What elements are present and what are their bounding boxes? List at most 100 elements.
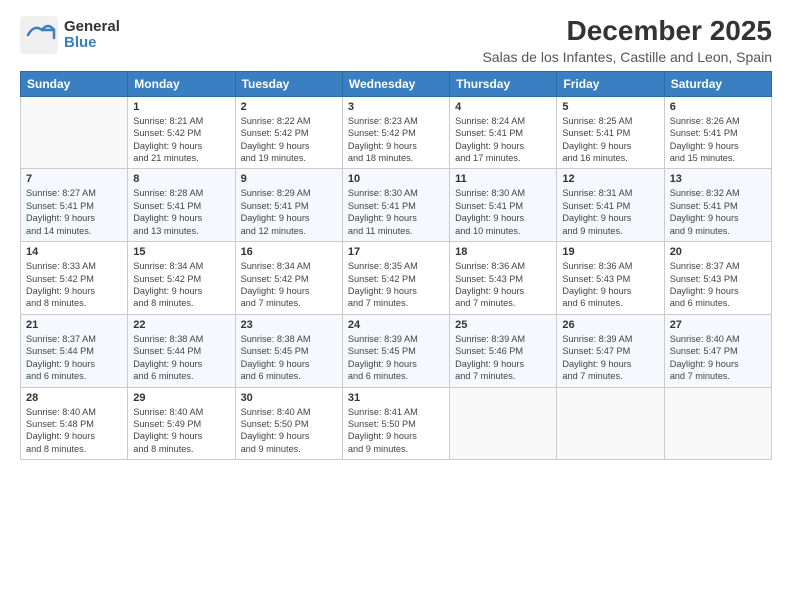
calendar-cell: 22 Sunrise: 8:38 AM Sunset: 5:44 PM Dayli… xyxy=(128,314,235,387)
day-number: 6 xyxy=(670,101,766,113)
day-info: Sunrise: 8:37 AM Sunset: 5:44 PM Dayligh… xyxy=(26,333,122,383)
subtitle: Salas de los Infantes, Castille and Leon… xyxy=(482,49,772,65)
calendar-table: SundayMondayTuesdayWednesdayThursdayFrid… xyxy=(20,71,772,460)
day-number: 21 xyxy=(26,319,122,331)
calendar-cell: 3 Sunrise: 8:23 AM Sunset: 5:42 PM Daylig… xyxy=(342,96,449,169)
day-info: Sunrise: 8:38 AM Sunset: 5:45 PM Dayligh… xyxy=(241,333,337,383)
calendar-cell: 25 Sunrise: 8:39 AM Sunset: 5:46 PM Dayli… xyxy=(450,314,557,387)
day-number: 19 xyxy=(562,246,658,258)
calendar-cell xyxy=(450,387,557,460)
day-number: 9 xyxy=(241,173,337,185)
day-number: 20 xyxy=(670,246,766,258)
day-number: 12 xyxy=(562,173,658,185)
calendar-cell xyxy=(557,387,664,460)
day-info: Sunrise: 8:25 AM Sunset: 5:41 PM Dayligh… xyxy=(562,115,658,165)
calendar-cell: 26Sunrise: 8:39 AM Sunset: 5:47 PM Dayli… xyxy=(557,314,664,387)
logo-text: General Blue xyxy=(64,19,120,52)
day-info: Sunrise: 8:36 AM Sunset: 5:43 PM Dayligh… xyxy=(455,260,551,310)
calendar-week-row: 7 Sunrise: 8:27 AM Sunset: 5:41 PM Daylig… xyxy=(21,169,772,242)
calendar-week-row: 28 Sunrise: 8:40 AM Sunset: 5:48 PM Dayli… xyxy=(21,387,772,460)
calendar-cell: 23 Sunrise: 8:38 AM Sunset: 5:45 PM Dayli… xyxy=(235,314,342,387)
day-number: 17 xyxy=(348,246,444,258)
day-number: 18 xyxy=(455,246,551,258)
day-info: Sunrise: 8:23 AM Sunset: 5:42 PM Dayligh… xyxy=(348,115,444,165)
logo-blue-text: Blue xyxy=(64,35,120,52)
calendar-cell: 20 Sunrise: 8:37 AM Sunset: 5:43 PM Dayli… xyxy=(664,242,771,315)
day-number: 22 xyxy=(133,319,229,331)
day-info: Sunrise: 8:30 AM Sunset: 5:41 PM Dayligh… xyxy=(348,187,444,237)
weekday-header-wednesday: Wednesday xyxy=(342,71,449,96)
day-info: Sunrise: 8:40 AM Sunset: 5:50 PM Dayligh… xyxy=(241,406,337,456)
calendar-cell: 5Sunrise: 8:25 AM Sunset: 5:41 PM Daylig… xyxy=(557,96,664,169)
day-number: 11 xyxy=(455,173,551,185)
calendar-cell: 30 Sunrise: 8:40 AM Sunset: 5:50 PM Dayli… xyxy=(235,387,342,460)
calendar-cell: 11 Sunrise: 8:30 AM Sunset: 5:41 PM Dayli… xyxy=(450,169,557,242)
calendar-week-row: 21 Sunrise: 8:37 AM Sunset: 5:44 PM Dayli… xyxy=(21,314,772,387)
calendar-cell: 16Sunrise: 8:34 AM Sunset: 5:42 PM Dayli… xyxy=(235,242,342,315)
calendar-cell: 24 Sunrise: 8:39 AM Sunset: 5:45 PM Dayli… xyxy=(342,314,449,387)
day-number: 7 xyxy=(26,173,122,185)
calendar-cell: 28 Sunrise: 8:40 AM Sunset: 5:48 PM Dayli… xyxy=(21,387,128,460)
day-number: 3 xyxy=(348,101,444,113)
day-info: Sunrise: 8:38 AM Sunset: 5:44 PM Dayligh… xyxy=(133,333,229,383)
day-info: Sunrise: 8:26 AM Sunset: 5:41 PM Dayligh… xyxy=(670,115,766,165)
day-info: Sunrise: 8:39 AM Sunset: 5:45 PM Dayligh… xyxy=(348,333,444,383)
day-info: Sunrise: 8:30 AM Sunset: 5:41 PM Dayligh… xyxy=(455,187,551,237)
day-number: 13 xyxy=(670,173,766,185)
calendar-cell: 31 Sunrise: 8:41 AM Sunset: 5:50 PM Dayli… xyxy=(342,387,449,460)
calendar-week-row: 1Sunrise: 8:21 AM Sunset: 5:42 PM Daylig… xyxy=(21,96,772,169)
day-info: Sunrise: 8:41 AM Sunset: 5:50 PM Dayligh… xyxy=(348,406,444,456)
day-number: 23 xyxy=(241,319,337,331)
day-number: 31 xyxy=(348,392,444,404)
day-info: Sunrise: 8:32 AM Sunset: 5:41 PM Dayligh… xyxy=(670,187,766,237)
weekday-header-tuesday: Tuesday xyxy=(235,71,342,96)
day-info: Sunrise: 8:37 AM Sunset: 5:43 PM Dayligh… xyxy=(670,260,766,310)
calendar-cell: 10Sunrise: 8:30 AM Sunset: 5:41 PM Dayli… xyxy=(342,169,449,242)
calendar-cell: 1Sunrise: 8:21 AM Sunset: 5:42 PM Daylig… xyxy=(128,96,235,169)
calendar-cell: 7 Sunrise: 8:27 AM Sunset: 5:41 PM Daylig… xyxy=(21,169,128,242)
weekday-header-row: SundayMondayTuesdayWednesdayThursdayFrid… xyxy=(21,71,772,96)
day-info: Sunrise: 8:39 AM Sunset: 5:46 PM Dayligh… xyxy=(455,333,551,383)
day-info: Sunrise: 8:34 AM Sunset: 5:42 PM Dayligh… xyxy=(241,260,337,310)
day-info: Sunrise: 8:31 AM Sunset: 5:41 PM Dayligh… xyxy=(562,187,658,237)
weekday-header-saturday: Saturday xyxy=(664,71,771,96)
day-number: 29 xyxy=(133,392,229,404)
weekday-header-thursday: Thursday xyxy=(450,71,557,96)
day-number: 1 xyxy=(133,101,229,113)
day-number: 14 xyxy=(26,246,122,258)
calendar-cell: 21 Sunrise: 8:37 AM Sunset: 5:44 PM Dayli… xyxy=(21,314,128,387)
day-info: Sunrise: 8:36 AM Sunset: 5:43 PM Dayligh… xyxy=(562,260,658,310)
day-info: Sunrise: 8:28 AM Sunset: 5:41 PM Dayligh… xyxy=(133,187,229,237)
calendar-cell: 15 Sunrise: 8:34 AM Sunset: 5:42 PM Dayli… xyxy=(128,242,235,315)
calendar-cell: 13 Sunrise: 8:32 AM Sunset: 5:41 PM Dayli… xyxy=(664,169,771,242)
calendar-week-row: 14 Sunrise: 8:33 AM Sunset: 5:42 PM Dayli… xyxy=(21,242,772,315)
title-block: December 2025 Salas de los Infantes, Cas… xyxy=(482,16,772,65)
day-info: Sunrise: 8:34 AM Sunset: 5:42 PM Dayligh… xyxy=(133,260,229,310)
day-info: Sunrise: 8:35 AM Sunset: 5:42 PM Dayligh… xyxy=(348,260,444,310)
logo-icon xyxy=(20,16,58,54)
day-number: 28 xyxy=(26,392,122,404)
calendar-cell: 18 Sunrise: 8:36 AM Sunset: 5:43 PM Dayli… xyxy=(450,242,557,315)
day-number: 27 xyxy=(670,319,766,331)
day-number: 15 xyxy=(133,246,229,258)
calendar-cell: 8Sunrise: 8:28 AM Sunset: 5:41 PM Daylig… xyxy=(128,169,235,242)
day-info: Sunrise: 8:33 AM Sunset: 5:42 PM Dayligh… xyxy=(26,260,122,310)
day-info: Sunrise: 8:22 AM Sunset: 5:42 PM Dayligh… xyxy=(241,115,337,165)
day-number: 25 xyxy=(455,319,551,331)
day-info: Sunrise: 8:40 AM Sunset: 5:47 PM Dayligh… xyxy=(670,333,766,383)
day-number: 24 xyxy=(348,319,444,331)
day-info: Sunrise: 8:40 AM Sunset: 5:49 PM Dayligh… xyxy=(133,406,229,456)
calendar-cell: 19 Sunrise: 8:36 AM Sunset: 5:43 PM Dayli… xyxy=(557,242,664,315)
day-info: Sunrise: 8:40 AM Sunset: 5:48 PM Dayligh… xyxy=(26,406,122,456)
calendar-cell: 4Sunrise: 8:24 AM Sunset: 5:41 PM Daylig… xyxy=(450,96,557,169)
header: General Blue December 2025 Salas de los … xyxy=(20,16,772,65)
day-info: Sunrise: 8:27 AM Sunset: 5:41 PM Dayligh… xyxy=(26,187,122,237)
day-number: 30 xyxy=(241,392,337,404)
calendar-cell: 29 Sunrise: 8:40 AM Sunset: 5:49 PM Dayli… xyxy=(128,387,235,460)
weekday-header-sunday: Sunday xyxy=(21,71,128,96)
day-info: Sunrise: 8:24 AM Sunset: 5:41 PM Dayligh… xyxy=(455,115,551,165)
day-number: 2 xyxy=(241,101,337,113)
page: General Blue December 2025 Salas de los … xyxy=(0,0,792,612)
calendar-cell: 14 Sunrise: 8:33 AM Sunset: 5:42 PM Dayli… xyxy=(21,242,128,315)
calendar-cell xyxy=(21,96,128,169)
